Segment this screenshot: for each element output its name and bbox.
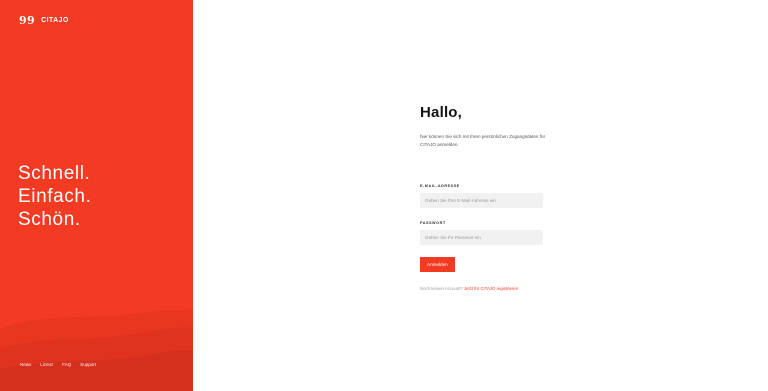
footer-nav: News Lizenz FAQ Support — [20, 362, 96, 367]
login-form: Hallo, hier können Sie sich mit Ihren pe… — [420, 104, 560, 291]
quote-mark-icon: 99 — [19, 14, 36, 27]
password-label: Passwort — [420, 221, 446, 225]
register-prefix: Noch keinen Account? — [420, 286, 463, 291]
register-link[interactable]: Jetzt für CITAJO registrieren — [464, 286, 518, 291]
login-panel: Hallo, hier können Sie sich mit Ihren pe… — [193, 0, 768, 391]
tagline-line: Schnell. — [18, 163, 91, 184]
login-button[interactable]: Anmelden — [420, 257, 455, 272]
intro-text: hier können Sie sich mit Ihren persönlic… — [420, 134, 546, 147]
register-text: Noch keinen Account? Jetzt für CITAJO re… — [420, 286, 560, 291]
password-field[interactable] — [420, 230, 543, 245]
logo[interactable]: 99 CITAJO — [19, 14, 69, 27]
logo-text: CITAJO — [41, 17, 69, 24]
footer-link-license[interactable]: Lizenz — [40, 362, 53, 367]
page-title: Hallo, — [420, 104, 463, 121]
footer-link-faq[interactable]: FAQ — [62, 362, 71, 367]
tagline-line: Schön. — [18, 209, 81, 230]
tagline-line: Einfach. — [18, 186, 92, 207]
footer-link-support[interactable]: Support — [80, 362, 96, 367]
wave-decoration — [0, 309, 193, 391]
brand-panel: 99 CITAJO Schnell. Einfach. Schön. News … — [0, 0, 193, 391]
email-field[interactable] — [420, 193, 543, 208]
footer-link-news[interactable]: News — [20, 362, 31, 367]
tagline: Schnell. Einfach. Schön. — [18, 162, 91, 231]
email-label: E-Mail-Adresse — [420, 184, 460, 188]
